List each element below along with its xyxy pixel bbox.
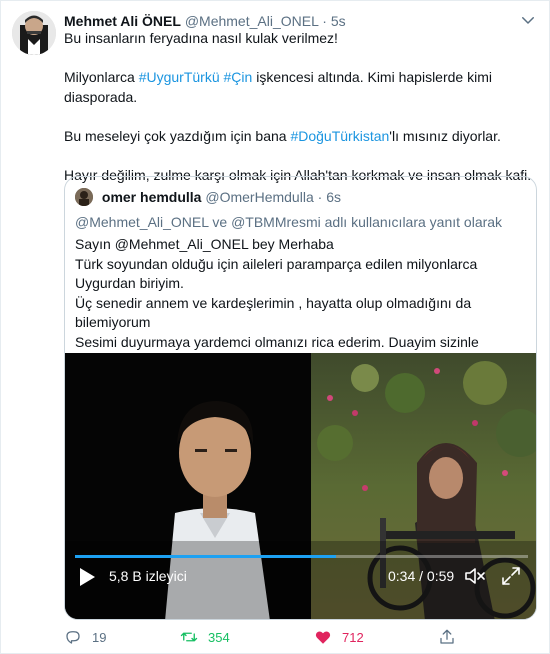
chevron-down-icon[interactable]: [519, 11, 537, 29]
retweet-count: 354: [208, 629, 230, 645]
view-count: 5,8 B izleyici: [109, 568, 187, 584]
video-progress-bar[interactable]: [75, 555, 528, 558]
separator-dot: ·: [322, 13, 327, 29]
tweet-actions: 19 354 712: [64, 627, 504, 647]
quoted-line: Türk soyundan olduğu için aileleri param…: [75, 255, 478, 272]
video-player[interactable]: 5,8 B izleyici 0:34 / 0:59: [65, 353, 536, 619]
hashtag-link[interactable]: #Çin: [224, 69, 253, 85]
retweet-button[interactable]: 354: [180, 627, 230, 647]
tweet-line: Bu meseleyi çok yazdığım için bana #Doğu…: [64, 127, 501, 144]
reply-count: 19: [92, 629, 107, 645]
quoted-line: Sayın @Mehmet_Ali_ONEL bey Merhaba: [75, 236, 334, 252]
author-name[interactable]: Mehmet Ali ÖNEL: [64, 13, 181, 29]
quoted-tweet[interactable]: omer hemdulla @OmerHemdulla · 6s @Mehmet…: [64, 176, 537, 620]
hashtag-link[interactable]: #DoğuTürkistan: [290, 128, 389, 144]
share-icon: [440, 629, 454, 644]
retweet-icon: [180, 632, 198, 641]
separator-dot: ·: [317, 189, 323, 205]
tweet-line: Bu insanların feryadına nasıl kulak veri…: [64, 30, 338, 46]
quoted-author-name[interactable]: omer hemdulla: [102, 189, 202, 205]
play-icon[interactable]: [78, 567, 96, 587]
quoted-avatar[interactable]: [75, 188, 93, 207]
tweet-text: Bu insanların feryadına nasıl kulak veri…: [64, 29, 534, 185]
share-button[interactable]: [438, 627, 456, 647]
quoted-line: Üç senedir annem ve kardeşlerimin , haya…: [75, 294, 472, 311]
reply-context: @Mehmet_Ali_ONEL ve @TBMMresmi adlı kull…: [75, 214, 503, 230]
video-time: 0:34 / 0:59: [388, 568, 455, 584]
quoted-text: Sayın @Mehmet_Ali_ONEL bey Merhaba Türk …: [75, 235, 525, 352]
hashtag-link[interactable]: #UygurTürkü: [139, 69, 220, 85]
quoted-line: Sesimi duyurmaya yardemci olmanızı rica …: [75, 333, 479, 350]
like-button[interactable]: 712: [314, 627, 364, 647]
reply-button[interactable]: 19: [64, 627, 106, 647]
heart-icon: [315, 631, 331, 644]
tweet-line: diasporada.: [64, 88, 138, 105]
tweet-header: Mehmet Ali ÖNEL @Mehmet_Ali_ONEL · 5s: [64, 11, 534, 31]
reply-icon: [66, 630, 80, 644]
quoted-author-handle[interactable]: @OmerHemdulla: [205, 189, 313, 205]
quoted-line: bilemiyorum: [75, 314, 151, 330]
quoted-line: Uygurdan biriyim.: [75, 275, 184, 291]
tweet-timestamp[interactable]: 5s: [331, 13, 346, 29]
fullscreen-icon[interactable]: [501, 566, 521, 586]
author-handle[interactable]: @Mehmet_Ali_ONEL: [185, 13, 319, 29]
author-avatar[interactable]: [12, 11, 56, 55]
tweet-line: Milyonlarca #UygurTürkü #Çin işkencesi a…: [64, 69, 492, 85]
tweet: Mehmet Ali ÖNEL @Mehmet_Ali_ONEL · 5s Bu…: [0, 0, 550, 654]
quoted-timestamp[interactable]: 6s: [326, 189, 341, 205]
like-count: 712: [342, 629, 364, 645]
volume-muted-icon[interactable]: [464, 566, 486, 586]
quoted-header: omer hemdulla @OmerHemdulla · 6s: [75, 187, 341, 207]
video-progress-fill: [75, 555, 336, 558]
